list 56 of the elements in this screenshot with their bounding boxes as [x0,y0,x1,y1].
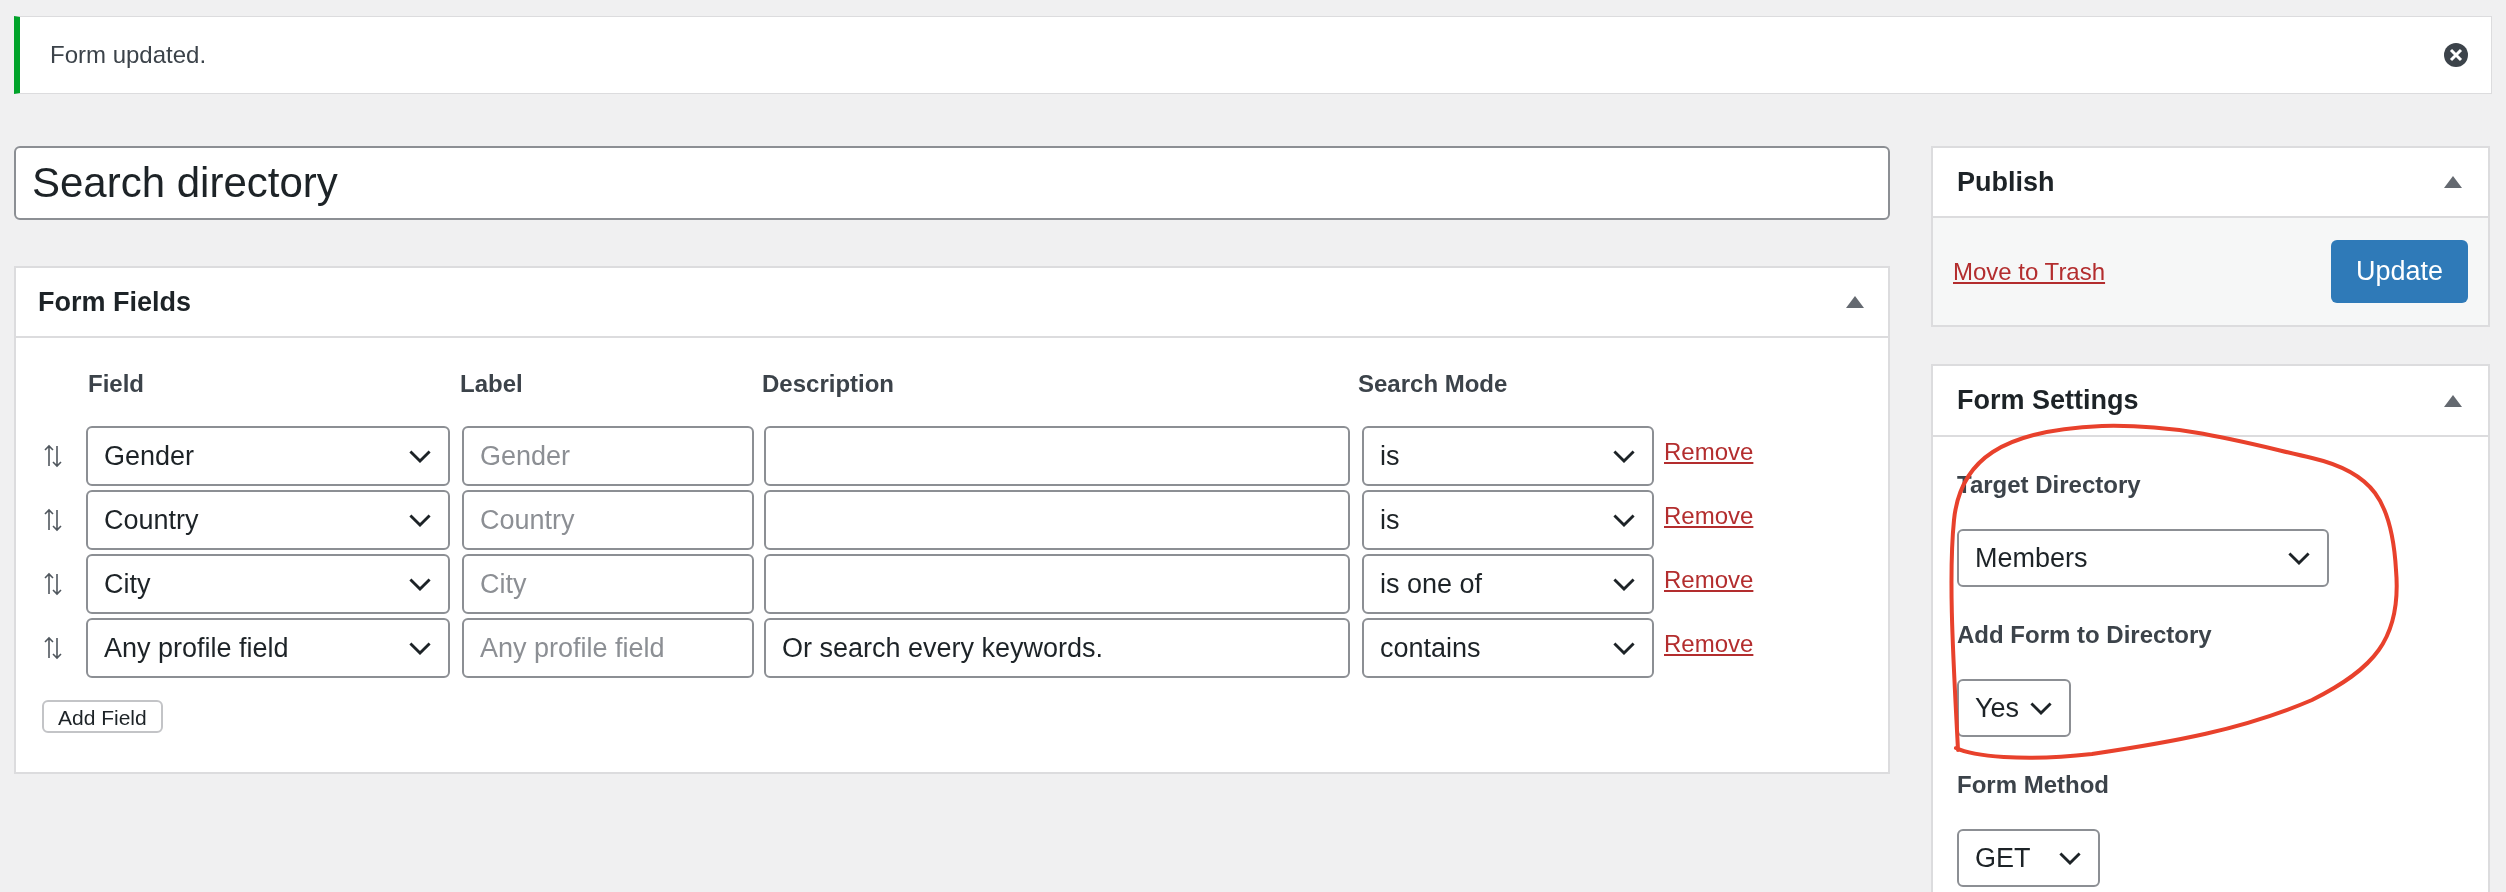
panel-title: Form Settings [1957,384,2139,418]
dismiss-icon[interactable] [2443,42,2469,68]
chevron-down-icon [408,448,432,464]
label-field[interactable]: City [462,554,754,614]
drag-handle-icon[interactable] [44,444,62,468]
column-header: Search Mode [1358,369,1509,399]
setting-label: Form Method [1957,770,2110,800]
collapse-triangle-icon[interactable] [1846,296,1864,308]
field-select[interactable]: Gender [86,426,450,486]
remove-link[interactable]: Remove [1664,434,1754,470]
search-mode-select[interactable]: contains [1362,618,1654,678]
chevron-down-icon [1612,640,1636,656]
drag-handle-icon[interactable] [44,508,62,532]
drag-handle-icon[interactable] [44,572,62,596]
field-select[interactable]: Country [86,490,450,550]
collapse-triangle-icon[interactable] [2444,394,2462,407]
description-field[interactable] [764,490,1350,550]
move-to-trash-link[interactable]: Move to Trash [1953,253,2106,290]
column-header: Field [88,369,145,399]
collapse-triangle-icon[interactable] [2444,176,2462,188]
chevron-down-icon [2029,700,2053,716]
setting-select[interactable]: Members [1957,529,2329,587]
chevron-down-icon [2287,550,2311,566]
chevron-down-icon [1612,448,1636,464]
update-button[interactable]: Update [2330,240,2468,303]
remove-link[interactable]: Remove [1664,562,1754,598]
panel-title: Publish [1957,165,2055,199]
drag-handle-icon[interactable] [44,636,62,660]
description-field[interactable] [764,426,1350,486]
chevron-down-icon [408,640,432,656]
title-field[interactable]: Search directory [14,146,1890,220]
description-field[interactable] [764,554,1350,614]
chevron-down-icon [2058,850,2082,866]
label-field[interactable]: Gender [462,426,754,486]
field-select[interactable]: City [86,554,450,614]
column-header: Label [460,369,524,399]
column-header: Description [762,369,896,399]
label-field[interactable]: Any profile field [462,618,754,678]
add-field-button[interactable]: Add Field [42,700,163,733]
remove-link[interactable]: Remove [1664,498,1754,534]
panel-title: Form Fields [38,285,192,319]
setting-select[interactable]: GET [1957,829,2100,887]
setting-select[interactable]: Yes [1957,679,2071,737]
chevron-down-icon [408,512,432,528]
chevron-down-icon [1612,512,1636,528]
description-field[interactable]: Or search every keywords. [764,618,1350,678]
search-mode-select[interactable]: is [1362,426,1654,486]
remove-link[interactable]: Remove [1664,626,1754,662]
chevron-down-icon [408,576,432,592]
chevron-down-icon [1612,576,1636,592]
search-mode-select[interactable]: is [1362,490,1654,550]
notice-text: Form updated. [50,40,207,70]
setting-label: Add Form to Directory [1957,620,2213,650]
field-select[interactable]: Any profile field [86,618,450,678]
label-field[interactable]: Country [462,490,754,550]
search-mode-select[interactable]: is one of [1362,554,1654,614]
